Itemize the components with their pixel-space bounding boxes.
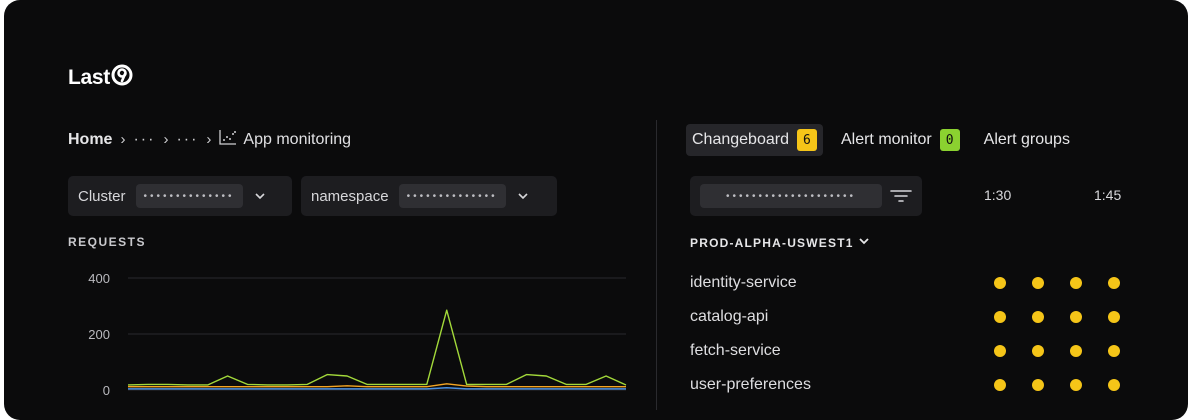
series-line-2[interactable] — [128, 387, 626, 390]
tab-alert-monitor[interactable]: Alert monitor 0 — [835, 124, 966, 156]
chevron-right-icon: › — [206, 131, 212, 148]
service-name: catalog-api — [690, 308, 769, 325]
breadcrumb-current-label: App monitoring — [243, 130, 352, 148]
list-item[interactable]: user-preferences — [690, 368, 1130, 402]
event-dot[interactable] — [1108, 277, 1120, 289]
service-list: identity-service catalog-api fetch-servi… — [690, 266, 1130, 402]
logo-mark-icon — [111, 64, 133, 92]
event-dot[interactable] — [1032, 311, 1044, 323]
time-label-2: 1:45 — [1094, 187, 1122, 203]
tab-changeboard[interactable]: Changeboard 6 — [686, 124, 823, 156]
changeboard-search-value: •••••••••••••••••••• — [700, 184, 882, 208]
y-tick-label: 400 — [88, 271, 110, 286]
breadcrumb-ellipsis-2[interactable]: ··· — [176, 131, 198, 149]
requests-chart: 400 200 0 — [88, 271, 627, 398]
breadcrumb: Home › ··· › ··· › App monitoring — [68, 129, 351, 150]
event-dot[interactable] — [1032, 379, 1044, 391]
breadcrumb-ellipsis-1[interactable]: ··· — [133, 131, 155, 149]
event-dots — [994, 277, 1120, 289]
tab-alert-monitor-label: Alert monitor — [840, 131, 932, 148]
tab-alert-groups[interactable]: Alert groups — [978, 124, 1076, 156]
requests-label: REQUESTS — [68, 235, 147, 249]
chevron-down-icon — [516, 189, 530, 203]
breadcrumb-current: App monitoring — [219, 129, 351, 150]
list-item[interactable]: catalog-api — [690, 300, 1130, 334]
filter-icon[interactable] — [890, 188, 912, 204]
alert-monitor-count-badge: 0 — [939, 129, 960, 151]
chevron-right-icon: › — [163, 131, 169, 148]
event-dots — [994, 379, 1120, 391]
namespace-filter-value: •••••••••••••• — [398, 184, 506, 208]
cluster-filter[interactable]: Cluster •••••••••••••• — [68, 176, 292, 216]
event-dots — [994, 311, 1120, 323]
event-dots — [994, 345, 1120, 357]
event-dot[interactable] — [1070, 311, 1082, 323]
chevron-down-icon — [858, 235, 870, 250]
y-tick-label: 200 — [88, 327, 110, 342]
list-item[interactable]: fetch-service — [690, 334, 1130, 368]
tab-changeboard-label: Changeboard — [692, 131, 789, 148]
event-dot[interactable] — [994, 345, 1006, 357]
event-dot[interactable] — [994, 277, 1006, 289]
chevron-right-icon: › — [120, 131, 126, 148]
service-name: identity-service — [690, 274, 797, 291]
y-tick-label: 0 — [103, 383, 110, 398]
changeboard-count-badge: 6 — [796, 129, 817, 151]
namespace-filter[interactable]: namespace •••••••••••••• — [301, 176, 557, 216]
panel-divider — [656, 120, 657, 410]
logo[interactable]: Last — [68, 64, 133, 92]
cluster-filter-value: •••••••••••••• — [135, 184, 243, 208]
event-dot[interactable] — [1032, 345, 1044, 357]
event-dot[interactable] — [1108, 311, 1120, 323]
right-tabs: Changeboard 6 Alert monitor 0 Alert grou… — [686, 124, 1088, 156]
event-dot[interactable] — [1070, 277, 1082, 289]
changeboard-search[interactable]: •••••••••••••••••••• — [690, 176, 922, 216]
service-name: fetch-service — [690, 342, 781, 359]
event-dot[interactable] — [994, 311, 1006, 323]
time-label-1: 1:30 — [984, 187, 1012, 203]
event-dot[interactable] — [1108, 379, 1120, 391]
environment-selector[interactable]: PROD-ALPHA-USWEST1 — [690, 235, 870, 250]
event-dot[interactable] — [1108, 345, 1120, 357]
environment-label: PROD-ALPHA-USWEST1 — [690, 235, 854, 250]
chevron-down-icon — [253, 189, 267, 203]
series-line-0[interactable] — [127, 309, 627, 386]
chart-icon — [219, 129, 237, 150]
breadcrumb-home[interactable]: Home — [68, 131, 112, 149]
service-name: user-preferences — [690, 376, 811, 393]
event-dot[interactable] — [1070, 379, 1082, 391]
cluster-filter-label: Cluster — [78, 187, 126, 205]
event-dot[interactable] — [1032, 277, 1044, 289]
app-frame: Last Home › ··· › ··· › App monitoring C… — [4, 0, 1188, 420]
event-dot[interactable] — [994, 379, 1006, 391]
tab-alert-groups-label: Alert groups — [983, 131, 1070, 148]
logo-text: Last — [68, 66, 110, 89]
list-item[interactable]: identity-service — [690, 266, 1130, 300]
event-dot[interactable] — [1070, 345, 1082, 357]
namespace-filter-label: namespace — [311, 187, 389, 205]
